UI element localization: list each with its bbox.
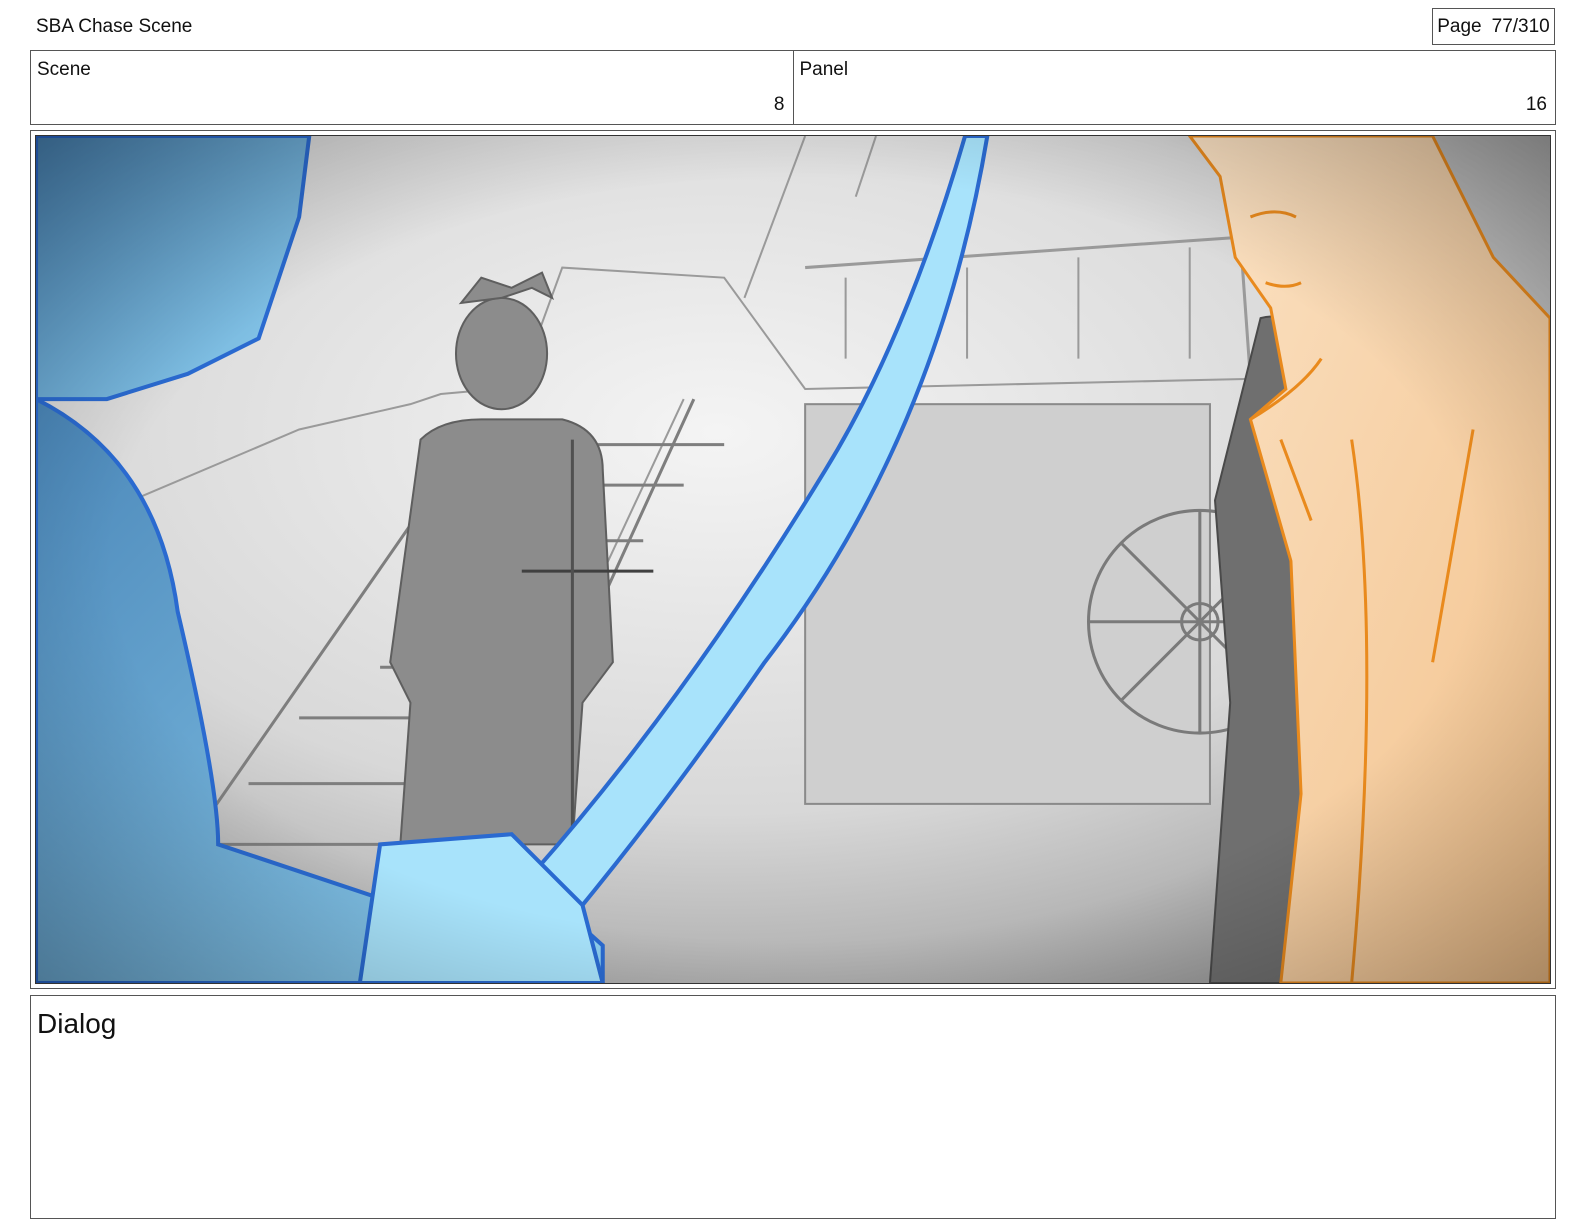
dialog-label: Dialog — [37, 1008, 117, 1039]
project-title: SBA Chase Scene — [36, 16, 193, 37]
page-indicator: Page 77/310 — [1432, 8, 1555, 45]
scene-label: Scene — [37, 59, 91, 80]
scene-cell: Scene 8 — [31, 51, 793, 124]
page-label: Page — [1437, 15, 1482, 37]
panel-number: 16 — [1525, 94, 1547, 115]
dialog-box: Dialog — [30, 995, 1556, 1219]
storyboard-panel-image — [35, 135, 1551, 984]
scene-panel-info-row: Scene 8 Panel 16 — [30, 50, 1556, 125]
scene-number: 8 — [773, 94, 785, 115]
panel-label: Panel — [799, 59, 849, 80]
storyboard-panel-frame — [30, 130, 1556, 989]
storyboard-sketch-image — [36, 136, 1550, 983]
page-number: 77/310 — [1491, 15, 1550, 37]
panel-cell: Panel 16 — [792, 51, 1556, 124]
